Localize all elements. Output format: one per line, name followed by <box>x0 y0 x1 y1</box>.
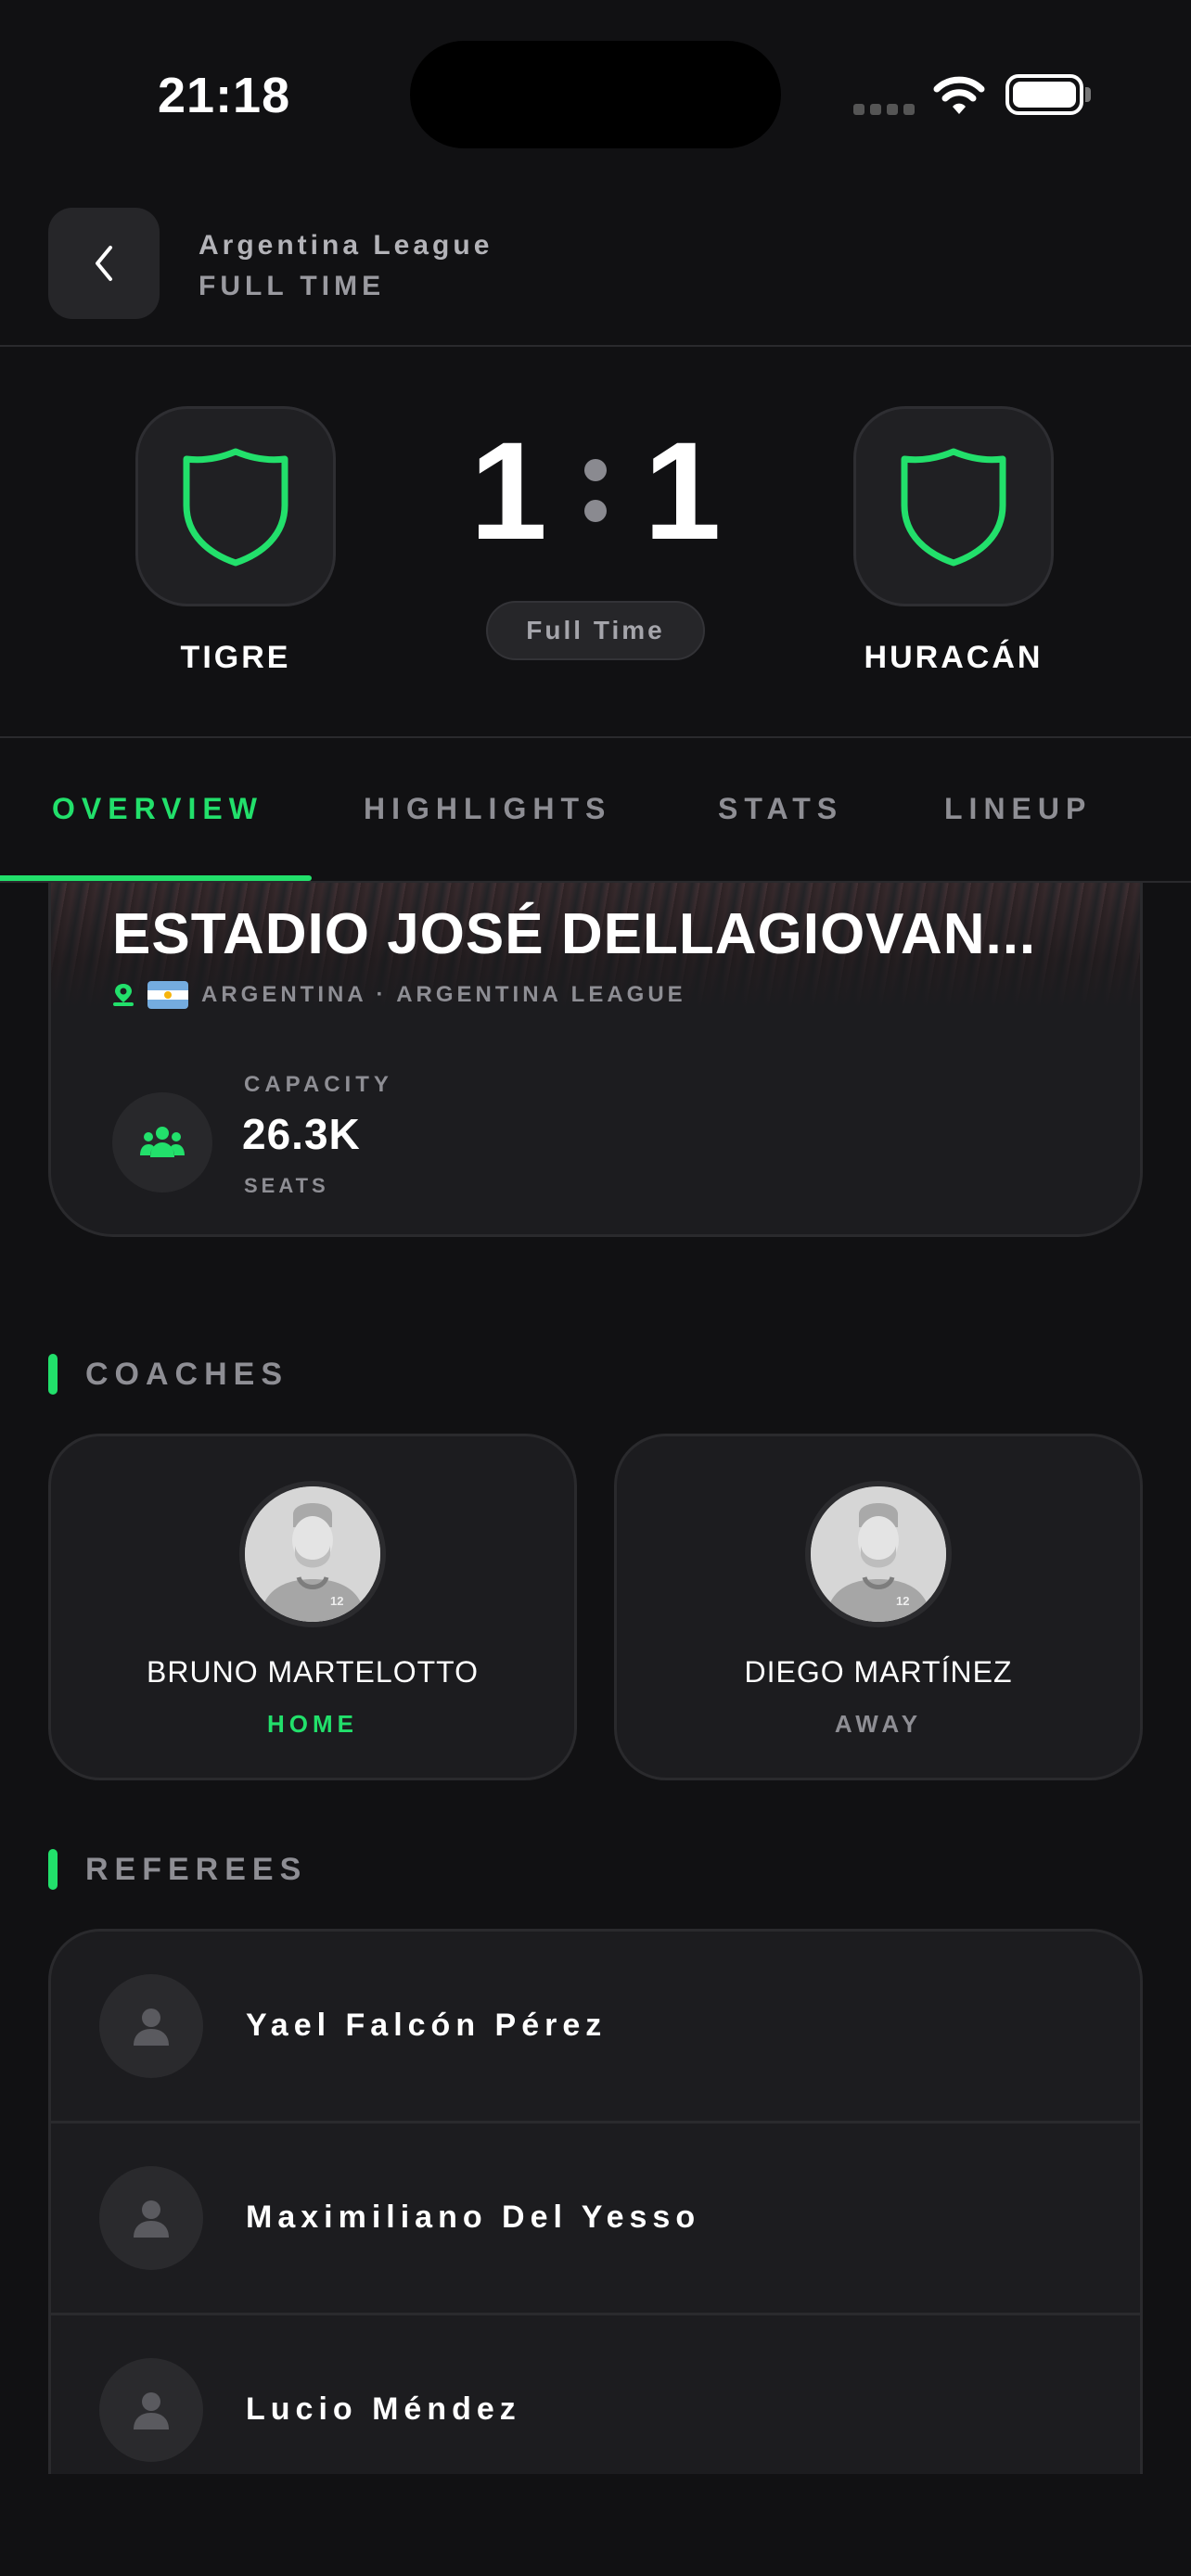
wifi-icon <box>933 76 985 114</box>
away-coach-card[interactable]: 12 DIEGO MARTÍNEZ AWAY <box>614 1434 1143 1780</box>
venue-name: ESTADIO JOSÉ DELLAGIOVAN... <box>112 902 1037 966</box>
coach-jersey-number: 12 <box>330 1594 343 1608</box>
referee-row[interactable]: Maximiliano Del Yesso <box>51 2123 1140 2315</box>
home-team[interactable]: TIGRE <box>96 406 375 676</box>
tab-highlights[interactable]: HIGHLIGHTS <box>364 792 611 826</box>
chevron-left-icon <box>96 246 112 281</box>
coaches-section-title: COACHES <box>48 1354 288 1395</box>
tab-lineup[interactable]: LINEUP <box>944 792 1092 826</box>
battery-icon <box>1005 74 1083 115</box>
referee-row[interactable]: Lucio Méndez <box>51 2315 1140 2474</box>
coaches-heading: COACHES <box>85 1356 289 1392</box>
capacity-value: 26.3K <box>242 1110 361 1158</box>
score-separator <box>584 459 607 522</box>
referee-name: Maximiliano Del Yesso <box>246 2200 701 2235</box>
tab-overview[interactable]: OVERVIEW <box>52 792 263 826</box>
coach-jersey-number: 12 <box>896 1594 909 1608</box>
back-button[interactable] <box>48 208 160 319</box>
home-coach-card[interactable]: 12 BRUNO MARTELOTTO HOME <box>48 1434 577 1780</box>
person-icon <box>99 2166 203 2270</box>
referees-card: Yael Falcón Pérez Maximiliano Del Yesso … <box>48 1929 1143 2474</box>
venue-subtitle: ARGENTINA · ARGENTINA LEAGUE <box>201 982 686 1007</box>
league-name: Argentina League <box>198 230 493 261</box>
away-score: 1 <box>644 413 722 568</box>
away-team-crest <box>853 406 1054 606</box>
location-pin-icon <box>113 984 134 1006</box>
overview-content[interactable]: ESTADIO JOSÉ DELLAGIOVAN... ARGENTINA · … <box>0 883 1191 2474</box>
home-coach-name: BRUNO MARTELOTTO <box>147 1655 479 1689</box>
cellular-signal-icon <box>853 104 915 115</box>
coach-avatar: 12 <box>805 1481 952 1627</box>
scoreboard: TIGRE 1 1 Full Time HURACÁN <box>0 349 1191 738</box>
home-score: 1 <box>469 413 547 568</box>
tab-bar: OVERVIEW HIGHLIGHTS STATS LINEUP <box>0 740 1191 883</box>
home-team-name: TIGRE <box>180 640 291 675</box>
dynamic-island <box>410 41 781 148</box>
argentina-flag-icon <box>147 981 188 1009</box>
capacity-info: CAPACITY 26.3K SEATS <box>112 1066 669 1197</box>
away-coach-role: AWAY <box>834 1710 923 1738</box>
home-coach-role: HOME <box>267 1710 358 1738</box>
shield-icon <box>183 448 288 567</box>
person-icon <box>99 2358 203 2462</box>
section-accent-bar <box>48 1849 58 1890</box>
referee-name: Yael Falcón Pérez <box>246 2008 608 2043</box>
away-coach-name: DIEGO MARTÍNEZ <box>744 1655 1013 1689</box>
person-icon <box>99 1974 203 2078</box>
coach-avatar: 12 <box>239 1481 386 1627</box>
venue-card[interactable]: ESTADIO JOSÉ DELLAGIOVAN... ARGENTINA · … <box>48 883 1143 1237</box>
section-accent-bar <box>48 1354 58 1395</box>
crowd-icon <box>112 1092 212 1192</box>
tab-active-indicator <box>0 875 312 881</box>
venue-meta: ARGENTINA · ARGENTINA LEAGUE <box>112 981 686 1009</box>
capacity-label: CAPACITY <box>244 1072 393 1097</box>
tab-stats[interactable]: STATS <box>718 792 843 826</box>
capacity-unit: SEATS <box>244 1174 329 1197</box>
referees-heading: REFEREES <box>85 1851 308 1887</box>
match-status-pill: Full Time <box>486 601 705 660</box>
status-bar: 21:18 <box>0 0 1191 185</box>
shield-icon <box>901 448 1006 567</box>
status-time: 21:18 <box>158 68 291 123</box>
referee-name: Lucio Méndez <box>246 2391 521 2427</box>
away-team[interactable]: HURACÁN <box>814 406 1093 676</box>
referee-row[interactable]: Yael Falcón Pérez <box>51 1932 1140 2123</box>
home-team-crest <box>135 406 336 606</box>
match-header: Argentina League FULL TIME <box>0 185 1191 347</box>
away-team-name: HURACÁN <box>864 640 1044 675</box>
battery-tip <box>1085 87 1091 102</box>
header-text: Argentina League FULL TIME <box>198 230 493 302</box>
score: 1 1 <box>464 421 727 560</box>
referees-section-title: REFEREES <box>48 1849 307 1890</box>
match-status: FULL TIME <box>198 271 386 301</box>
